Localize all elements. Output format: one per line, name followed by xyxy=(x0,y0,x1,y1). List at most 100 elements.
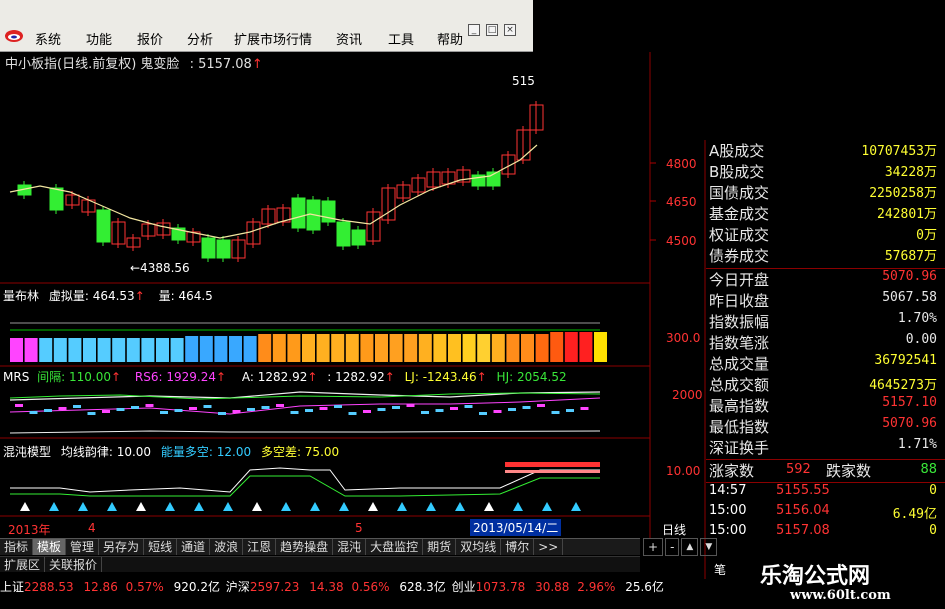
tab-chaos[interactable]: 混沌 xyxy=(333,539,367,555)
candle-body xyxy=(351,229,366,246)
info-label: A股成交 xyxy=(709,142,765,160)
info-label: 最高指数 xyxy=(709,397,770,415)
tab-channel[interactable]: 通道 xyxy=(177,539,211,555)
period-label[interactable]: 日线 xyxy=(662,521,686,538)
volume-bar xyxy=(68,338,82,362)
info-row: 深证换手 1.71% xyxy=(706,437,945,458)
panel2-axis: 300.0 xyxy=(666,331,701,345)
volume-bar xyxy=(331,334,345,362)
mrs-line-base xyxy=(9,430,601,434)
watermark: 乐淘公式网 www.60lt.com xyxy=(736,552,945,609)
mrs-dash xyxy=(174,409,183,412)
mrs-dash xyxy=(116,408,125,411)
info-value: 0万 xyxy=(916,228,937,243)
info-row: 国债成交 2250258万 xyxy=(706,182,945,203)
panel4-energy: 能量多空: 12.00 xyxy=(160,445,252,459)
scroll-up-button[interactable]: ▲ xyxy=(681,538,699,556)
tab-related-quotes[interactable]: 关联报价 xyxy=(45,557,103,572)
tick-row: 15:00 5156.04 6.49亿 xyxy=(706,503,945,523)
zoom-in-button[interactable]: + xyxy=(643,538,664,556)
volume-bar xyxy=(302,334,315,362)
info-label: 昨日收盘 xyxy=(709,292,770,310)
volume-bar xyxy=(185,336,199,362)
mrs-dash xyxy=(232,410,241,413)
chaos-marker xyxy=(513,502,523,511)
tab-trend[interactable]: 趋势操盘 xyxy=(276,539,334,555)
tab-double-ma[interactable]: 双均线 xyxy=(456,539,502,555)
info-row: 最高指数 5157.10 xyxy=(706,395,945,416)
tab-gann[interactable]: 江恩 xyxy=(243,539,277,555)
volume-bar xyxy=(521,334,534,362)
volume-bar xyxy=(375,334,388,362)
tick-volume: 6.49亿 xyxy=(892,507,937,522)
chaos-marker xyxy=(136,502,146,511)
info-value: 2250258万 xyxy=(869,186,937,201)
panel2-volume: 量: 464.5 xyxy=(158,289,213,303)
mrs-dash xyxy=(406,404,415,407)
tick-time: 15:00 xyxy=(709,503,747,518)
tab-futures[interactable]: 期货 xyxy=(423,539,457,555)
tick-price: 5157.08 xyxy=(776,523,830,538)
tab-indicator[interactable]: 指标 xyxy=(0,539,34,555)
down-count: 88 xyxy=(920,462,937,477)
chaos-marker xyxy=(397,502,407,511)
info-label: 今日开盘 xyxy=(709,271,770,289)
moving-average-line xyxy=(9,144,538,239)
chaos-marker xyxy=(310,502,320,511)
info-row: 总成交额 4645273万 xyxy=(706,374,945,395)
panel2-virtual-volume: 虚拟量: 464.53 xyxy=(48,289,135,303)
mrs-dash xyxy=(189,407,197,410)
volume-bar xyxy=(535,334,549,362)
info-value: 10707453万 xyxy=(861,144,937,159)
mrs-dash xyxy=(348,412,357,415)
info-label: 债券成交 xyxy=(709,247,770,265)
panel3-a: A: 1282.92 xyxy=(241,370,308,384)
ticker-cy-change: 30.88 xyxy=(535,580,570,594)
chaos-marker xyxy=(252,502,262,511)
tab-short-line[interactable]: 短线 xyxy=(144,539,178,555)
info-row: 指数振幅 1.70% xyxy=(706,311,945,332)
volume-bar xyxy=(97,338,111,362)
mrs-dash xyxy=(247,408,255,411)
ticker-cy: 1073.78 xyxy=(475,580,526,594)
candle-body xyxy=(291,197,306,229)
tab-save-as[interactable]: 另存为 xyxy=(99,539,145,555)
mrs-dash xyxy=(363,410,371,413)
mrs-dash xyxy=(160,411,168,414)
tab-manage[interactable]: 管理 xyxy=(66,539,100,555)
tab-boll[interactable]: 博尔 xyxy=(501,539,535,555)
mrs-dash xyxy=(522,406,531,409)
volume-bar xyxy=(418,334,432,362)
candle-body xyxy=(96,209,111,243)
tab-wave[interactable]: 波浪 xyxy=(210,539,244,555)
panel3-rs6: RS6: 1929.24 xyxy=(134,370,216,384)
chart-title: 中小板指(日线.前复权) 鬼变脸 : 5157.08↑ xyxy=(5,57,263,72)
tab-market-monitor[interactable]: 大盘监控 xyxy=(366,539,424,555)
chaos-pink-bar xyxy=(505,470,600,473)
mrs-dash xyxy=(276,404,284,407)
panel3-hj: HJ: 2054.52 xyxy=(496,370,567,384)
mrs-dash xyxy=(580,407,589,410)
up-count-label: 涨家数 xyxy=(709,462,755,480)
sub-tabs: 扩展区 关联报价 xyxy=(0,556,640,572)
volume-bar xyxy=(594,332,607,362)
chaos-red-bar xyxy=(505,462,600,467)
down-count-label: 跌家数 xyxy=(826,462,872,480)
panel4-axis: 10.00 xyxy=(666,464,701,478)
panel4-ma-rhythm: 均线韵律: 10.00 xyxy=(60,445,152,459)
panel4-header: 混沌模型 均线韵律: 10.00 能量多空: 12.00 多空差: 75.00 xyxy=(3,443,339,460)
info-label: 指数振幅 xyxy=(709,313,770,331)
price-axis-4800: 4800 xyxy=(666,157,697,171)
info-value: 4645273万 xyxy=(869,378,937,393)
mrs-dash xyxy=(392,406,400,409)
mrs-dash xyxy=(479,412,487,415)
zoom-out-button[interactable]: - xyxy=(665,538,680,556)
mrs-dash xyxy=(73,405,81,408)
mrs-dash xyxy=(537,404,545,407)
updown-row: 涨家数 592 跌家数 88 xyxy=(706,460,945,481)
volume-bar xyxy=(126,338,140,362)
volume-bar xyxy=(345,334,359,362)
tab-template[interactable]: 模板 xyxy=(33,539,67,555)
tab-extended-area[interactable]: 扩展区 xyxy=(0,557,46,572)
tab-more[interactable]: >> xyxy=(534,539,564,555)
